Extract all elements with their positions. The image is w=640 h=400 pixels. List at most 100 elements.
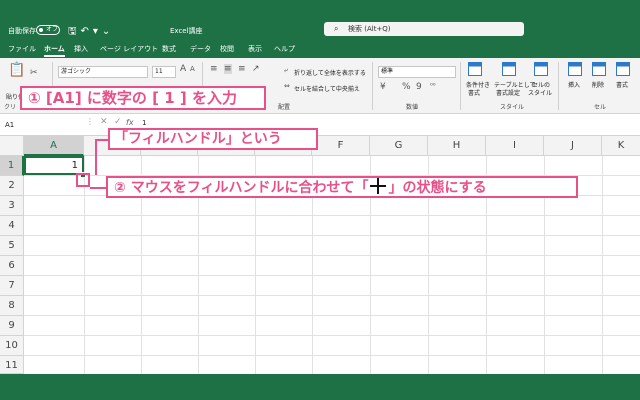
row-header-3[interactable]: 3 <box>0 196 24 216</box>
column-header-j[interactable]: J <box>544 136 602 156</box>
row-header-11[interactable]: 11 <box>0 356 24 374</box>
font-name-select[interactable]: 游ゴシック <box>58 66 148 78</box>
callout-connector <box>96 139 108 141</box>
step1-callout: ① [A1] に数字の [ 1 ] を入力 <box>20 86 266 110</box>
row-header-4[interactable]: 4 <box>0 216 24 236</box>
align-middle-icon[interactable]: ≡ <box>224 64 232 74</box>
row-header-6[interactable]: 6 <box>0 256 24 276</box>
comma-icon[interactable]: 9 <box>416 82 422 92</box>
cut-icon[interactable]: ✂ <box>30 68 38 78</box>
format-cells-button[interactable]: 書式 <box>616 80 628 89</box>
tab-file[interactable]: ファイル <box>8 44 36 54</box>
search-icon: ⌕ <box>334 24 339 33</box>
alignment-group-label: 配置 <box>278 104 291 111</box>
delete-cells-button[interactable]: 削除 <box>592 80 604 89</box>
formula-input[interactable]: 1 <box>142 119 146 127</box>
tab-help[interactable]: ヘルプ <box>274 44 295 54</box>
column-header-f[interactable]: F <box>312 136 370 156</box>
fill-handle-highlight <box>76 173 90 187</box>
grid-line <box>24 335 640 336</box>
separator <box>558 62 559 110</box>
grid-line <box>24 295 640 296</box>
enter-icon[interactable]: ✓ <box>114 117 122 127</box>
autosave-label: 自動保存 <box>8 27 36 35</box>
crosshair-cursor-icon <box>370 178 387 194</box>
title-bar: 自動保存 オフ 🖫↶▾⌄ Excel講座 ⌕ 検索 (Alt+Q) <box>0 0 640 40</box>
decimal-icon[interactable]: ⁰⁰ <box>430 82 436 90</box>
tab-data[interactable]: データ <box>190 44 211 54</box>
wrap-text-icon[interactable]: ⤶ <box>284 66 288 75</box>
step2-text-before: ② マウスをフィルハンドルに合わせて「 <box>114 180 369 196</box>
formula-bar: A1 ⋮ ✕ ✓ fx 1 <box>0 114 640 136</box>
column-header-g[interactable]: G <box>370 136 428 156</box>
merge-center-button[interactable]: セルを結合して中央揃え <box>294 84 360 93</box>
font-shrink-icon[interactable]: A <box>190 65 195 73</box>
step2-text-after: 」の状態にする <box>388 180 487 196</box>
more-icon: ⋮ <box>86 117 94 126</box>
grid-line <box>24 315 640 316</box>
paste-icon[interactable]: 📋 <box>8 62 25 78</box>
number-format-select[interactable]: 標準 <box>378 66 456 78</box>
row-header-8[interactable]: 8 <box>0 296 24 316</box>
column-header-h[interactable]: H <box>428 136 486 156</box>
row-header-7[interactable]: 7 <box>0 276 24 296</box>
row-header-5[interactable]: 5 <box>0 236 24 256</box>
grid-line <box>24 355 640 356</box>
search-input[interactable]: ⌕ 検索 (Alt+Q) <box>324 22 524 36</box>
row-header-1[interactable]: 1 <box>0 156 24 176</box>
menu-bar: ファイル ホーム 挿入 ページ レイアウト 数式 データ 校閲 表示 ヘルプ <box>0 40 640 58</box>
align-top-icon[interactable]: ≡ <box>210 64 218 74</box>
autosave-toggle[interactable]: オフ <box>36 25 60 35</box>
delete-cells-icon[interactable] <box>592 62 606 76</box>
column-header-a[interactable]: A <box>24 136 84 156</box>
tab-view[interactable]: 表示 <box>248 44 262 54</box>
conditional-format-icon[interactable] <box>468 62 482 76</box>
search-placeholder: 検索 (Alt+Q) <box>348 25 391 33</box>
font-grow-icon[interactable]: A <box>180 64 186 74</box>
orientation-icon[interactable]: ↗ <box>252 64 260 74</box>
font-size-select[interactable]: 11 <box>152 66 176 78</box>
insert-function-icon[interactable]: fx <box>126 118 134 127</box>
cell-styles-label-2[interactable]: スタイル <box>528 88 552 97</box>
tab-review[interactable]: 校閲 <box>220 44 234 54</box>
grid-line <box>24 275 640 276</box>
format-as-table-icon[interactable] <box>502 62 516 76</box>
tab-home[interactable]: ホーム <box>44 44 65 57</box>
cells-group-label: セル <box>594 104 607 111</box>
row-header-9[interactable]: 9 <box>0 316 24 336</box>
currency-icon[interactable]: ¥ <box>380 82 386 92</box>
callout-connector <box>95 139 97 175</box>
cell-a1[interactable]: 1 <box>24 156 84 175</box>
percent-icon[interactable]: % <box>402 82 411 92</box>
fill-handle-callout: 「フィルハンドル」という <box>108 128 318 150</box>
conditional-format-label-2[interactable]: 書式 <box>468 88 480 97</box>
column-header-i[interactable]: I <box>486 136 544 156</box>
column-header-k[interactable]: K <box>602 136 640 156</box>
cancel-icon[interactable]: ✕ <box>100 117 108 127</box>
tab-insert[interactable]: 挿入 <box>74 44 88 54</box>
row-header-10[interactable]: 10 <box>0 336 24 356</box>
format-as-table-label-2[interactable]: 書式設定 <box>496 88 520 97</box>
row-header-2[interactable]: 2 <box>0 176 24 196</box>
grid-line <box>24 255 640 256</box>
cell-styles-icon[interactable] <box>534 62 548 76</box>
tab-formulas[interactable]: 数式 <box>162 44 176 54</box>
status-bar <box>0 374 640 400</box>
callout-connector <box>90 187 106 189</box>
wrap-text-button[interactable]: 折り返して全体を表示する <box>294 68 366 77</box>
insert-cells-icon[interactable] <box>568 62 582 76</box>
grid-line <box>24 215 640 216</box>
select-all-corner[interactable] <box>0 136 24 156</box>
format-cells-icon[interactable] <box>616 62 630 76</box>
grid-line <box>602 156 603 374</box>
insert-cells-button[interactable]: 挿入 <box>568 80 580 89</box>
merge-center-icon[interactable]: ⇔ <box>284 82 290 90</box>
align-bottom-icon[interactable]: ≡ <box>238 64 246 74</box>
tab-page-layout[interactable]: ページ レイアウト <box>100 44 158 54</box>
quick-access-icons[interactable]: 🖫↶▾⌄ <box>68 24 114 41</box>
clipboard-group-label: クリ <box>4 104 17 111</box>
step2-callout: ② マウスをフィルハンドルに合わせて「 」の状態にする <box>106 176 578 198</box>
styles-group-label: スタイル <box>500 104 525 111</box>
name-box[interactable]: A1 <box>2 118 82 132</box>
grid-line <box>84 156 85 374</box>
